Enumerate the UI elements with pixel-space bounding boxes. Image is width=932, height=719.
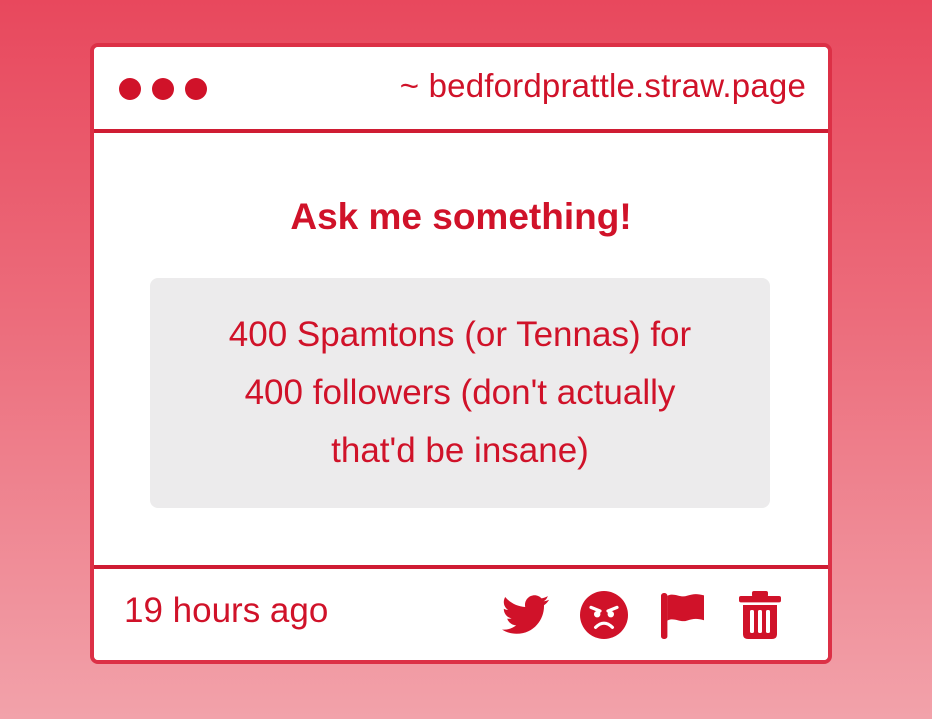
flag-icon[interactable] [658, 591, 706, 639]
page-url[interactable]: ~ bedfordprattle.straw.page [400, 67, 806, 105]
question-text: 400 Spamtons (or Tennas) for 400 followe… [150, 278, 770, 508]
window-titlebar: ~ bedfordprattle.straw.page [94, 47, 828, 133]
action-bar [502, 591, 784, 639]
window-dot-3 [185, 78, 207, 100]
twitter-icon[interactable] [502, 591, 550, 639]
question-line: that'd be insane) [331, 431, 589, 470]
window-dot-2 [152, 78, 174, 100]
question-line: 400 followers (don't actually [244, 373, 676, 412]
trash-icon[interactable] [736, 591, 784, 639]
question-line: 400 Spamtons (or Tennas) for [228, 315, 692, 354]
window-dot-1 [119, 78, 141, 100]
timestamp: 19 hours ago [124, 591, 329, 630]
window-dots [119, 78, 207, 100]
page-title: Ask me something! [290, 196, 632, 237]
card-body: Ask me something! 400 Spamtons (or Tenna… [94, 133, 828, 565]
question-card: ~ bedfordprattle.straw.page Ask me somet… [90, 43, 832, 664]
angry-face-icon[interactable] [580, 591, 628, 639]
card-footer: 19 hours ago [94, 565, 828, 660]
